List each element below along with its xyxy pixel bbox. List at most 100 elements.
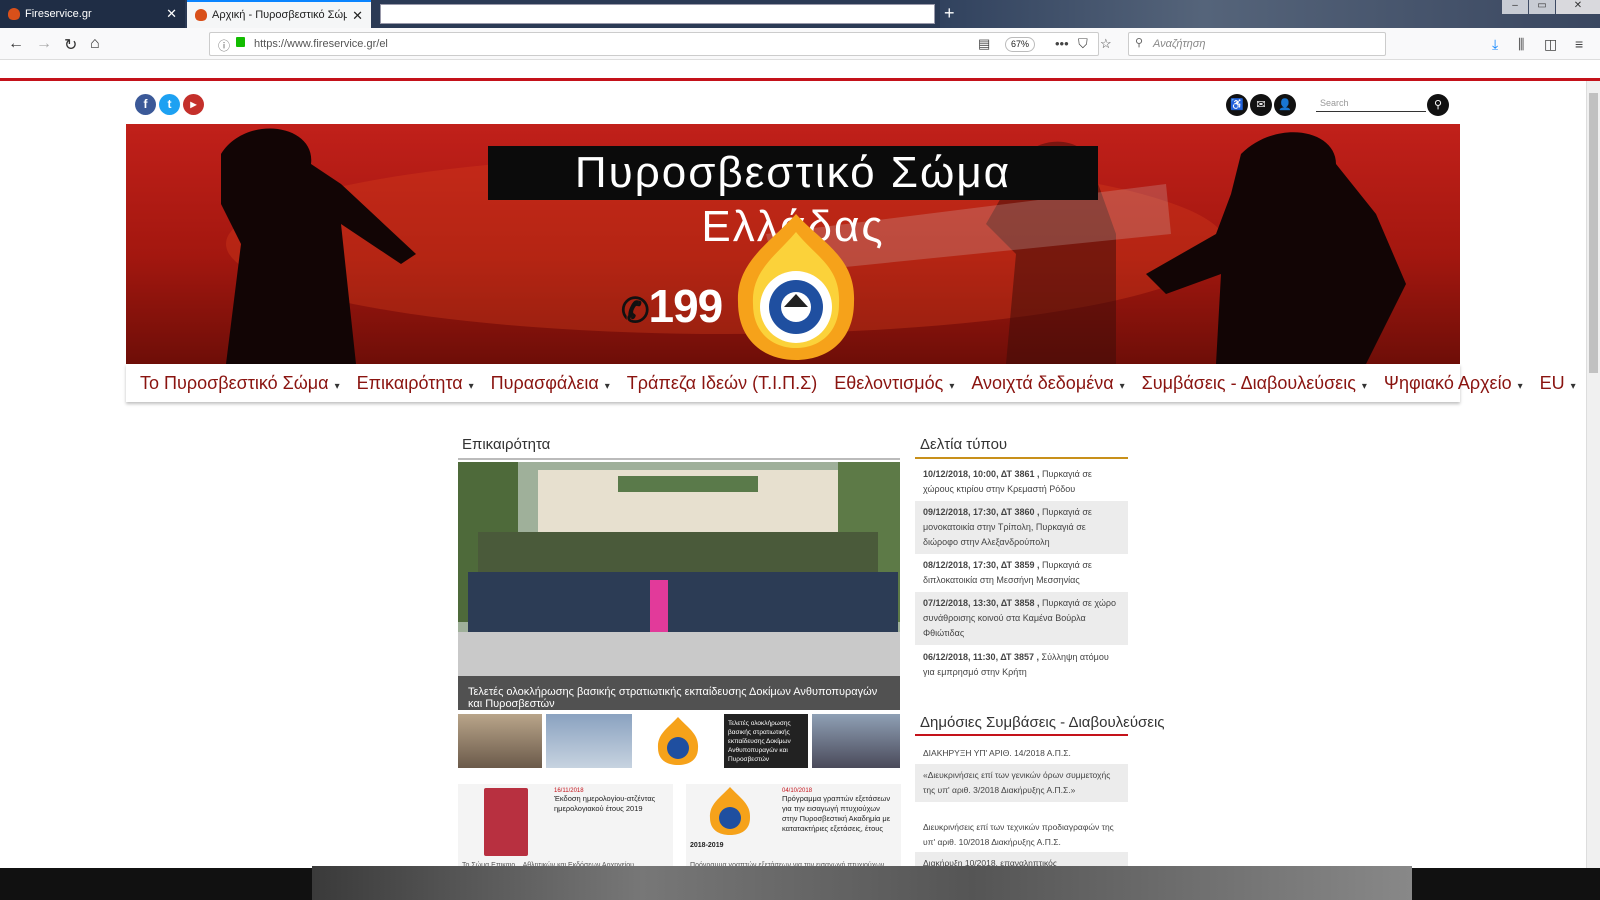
card-extra: 2018-2019: [690, 842, 724, 849]
flame-icon: [195, 9, 207, 21]
hero-banner: Πυροσβεστικό Σώμα Ελλάδας ✆199: [126, 124, 1460, 364]
home-icon[interactable]: ⌂: [90, 35, 100, 53]
site-search-placeholder: Search: [1320, 98, 1349, 108]
nav-item-open-data[interactable]: Ανοιχτά δεδομένα ▾: [971, 373, 1124, 394]
browser-search-input[interactable]: ⚲ Αναζήτηση: [1128, 32, 1386, 56]
pocket-icon[interactable]: ⛉: [1078, 36, 1088, 52]
tab-blank[interactable]: [380, 4, 935, 24]
reader-view-icon[interactable]: ▤: [978, 36, 990, 52]
user-icon[interactable]: 👤: [1274, 94, 1296, 116]
reload-icon[interactable]: ↻: [64, 35, 77, 55]
menu-icon[interactable]: ≡: [1575, 36, 1583, 52]
nav-item-contracts[interactable]: Συμβάσεις - Διαβουλεύσεις ▾: [1142, 373, 1367, 394]
url-text[interactable]: https://www.fireservice.gr/el: [254, 38, 388, 50]
press-item[interactable]: 10/12/2018, 10:00, ΔΤ 3861 , Πυρκαγιά σε…: [915, 463, 1128, 501]
press-item[interactable]: 07/12/2018, 13:30, ΔΤ 3858 , Πυρκαγιά σε…: [915, 592, 1128, 645]
nav-item-fire-safety[interactable]: Πυρασφάλεια ▾: [491, 373, 610, 394]
nav-item-eu[interactable]: EU ▾: [1540, 373, 1576, 394]
chevron-down-icon: ▾: [604, 380, 610, 392]
emergency-number: 199: [648, 280, 724, 332]
banner-title: Πυροσβεστικό Σώμα Ελλάδας: [488, 146, 1098, 251]
new-tab-icon[interactable]: +: [944, 3, 955, 24]
accessibility-icon[interactable]: ♿: [1226, 94, 1248, 116]
news-card[interactable]: 04/10/2018 Πρόγραμμα γραπτών εξετάσεων γ…: [686, 784, 901, 869]
twitter-icon[interactable]: t: [159, 94, 180, 115]
news-thumbnails: Τελετές ολοκλήρωσης βασικής στρατιωτικής…: [458, 714, 900, 768]
press-item[interactable]: 06/12/2018, 11:30, ΔΤ 3857 , Σύλληψη ατό…: [915, 646, 1128, 684]
contracts-underline: [915, 734, 1128, 736]
news-card[interactable]: 16/11/2018 Έκδοση ημερολογίου-ατζέντας η…: [458, 784, 673, 869]
back-icon[interactable]: ←: [8, 35, 24, 53]
sidebar-icon[interactable]: ◫: [1544, 36, 1557, 53]
press-meta: 07/12/2018, 13:30, ΔΤ 3858 ,: [923, 598, 1040, 608]
url-bar[interactable]: ⓘ https://www.fireservice.gr/el ▤ 67% ••…: [209, 32, 1112, 56]
press-item[interactable]: 09/12/2018, 17:30, ΔΤ 3860 , Πυρκαγιά σε…: [915, 501, 1128, 554]
chevron-down-icon: ▾: [334, 380, 340, 392]
page-actions-icon[interactable]: •••: [1055, 36, 1069, 51]
press-meta: 06/12/2018, 11:30, ΔΤ 3857 ,: [923, 652, 1039, 662]
tab-title: Αρχική - Πυροσβεστικό Σώμα: [212, 9, 347, 21]
site-search-icon[interactable]: ⚲: [1427, 94, 1449, 116]
tab-title: Fireservice.gr: [25, 8, 92, 20]
contract-item[interactable]: ΔΙΑΚΗΡΥΞΗ ΥΠ' ΑΡΙΘ. 14/2018 Α.Π.Σ.: [915, 742, 1128, 765]
card-title[interactable]: Έκδοση ημερολογίου-ατζέντας ημερολογιακο…: [554, 794, 669, 814]
taskbar-left: [0, 868, 312, 900]
thumbnail-caption: Τελετές ολοκλήρωσης βασικής στρατιωτικής…: [728, 720, 791, 763]
press-meta: 10/12/2018, 10:00, ΔΤ 3861 ,: [923, 469, 1040, 479]
minimize-icon[interactable]: –: [1502, 0, 1528, 14]
bookmark-star-icon[interactable]: ☆: [1100, 36, 1112, 52]
calendar-book-image: [484, 788, 528, 856]
news-thumbnail[interactable]: [546, 714, 632, 768]
browser-search-placeholder: Αναζήτηση: [1153, 38, 1206, 50]
news-thumbnail[interactable]: [636, 714, 720, 768]
close-icon[interactable]: ✕: [352, 8, 363, 24]
scrollbar-thumb[interactable]: [1589, 93, 1598, 373]
search-icon: ⚲: [1135, 37, 1144, 49]
news-section-title: Επικαιρότητα: [462, 436, 551, 453]
zoom-level[interactable]: 67%: [1005, 37, 1036, 52]
news-hero-caption[interactable]: Τελετές ολοκλήρωσης βασικής στρατιωτικής…: [458, 676, 900, 710]
emergency-phone: ✆199: [621, 279, 724, 333]
press-meta: 08/12/2018, 17:30, ΔΤ 3859 ,: [923, 560, 1040, 570]
ceremony-photo: [458, 462, 900, 710]
bookmarks-bar: [0, 60, 1600, 80]
download-icon[interactable]: ⤓: [1492, 36, 1498, 53]
press-item[interactable]: 08/12/2018, 17:30, ΔΤ 3859 , Πυρκαγιά σε…: [915, 554, 1128, 592]
news-hero-image[interactable]: Τελετές ολοκλήρωσης βασικής στρατιωτικής…: [458, 462, 900, 710]
news-thumbnail-active[interactable]: Τελετές ολοκλήρωσης βασικής στρατιωτικής…: [724, 714, 808, 768]
forward-icon[interactable]: →: [36, 35, 52, 53]
info-icon[interactable]: ⓘ: [218, 37, 230, 54]
nav-item-ideas-bank[interactable]: Τράπεζα Ιδεών (Τ.Ι.Π.Σ): [627, 373, 817, 394]
tab-fireservice[interactable]: Fireservice.gr ✕: [0, 0, 185, 28]
news-thumbnail[interactable]: [458, 714, 542, 768]
nav-item-fire-corps[interactable]: Το Πυροσβεστικό Σώμα ▾: [140, 373, 340, 394]
nav-item-volunteering[interactable]: Εθελοντισμός ▾: [834, 373, 954, 394]
phone-icon: ✆: [621, 292, 649, 330]
nav-item-news[interactable]: Επικαιρότητα ▾: [357, 373, 474, 394]
chevron-down-icon: ▾: [1119, 380, 1125, 392]
contract-item[interactable]: «Διευκρινήσεις επί των γενικών όρων συμμ…: [915, 764, 1128, 802]
youtube-icon[interactable]: ▶: [183, 94, 204, 115]
card-title[interactable]: Πρόγραμμα γραπτών εξετάσεων για την εισα…: [782, 794, 897, 834]
site-search-input[interactable]: Search: [1316, 94, 1426, 112]
news-underline: [458, 458, 900, 460]
contracts-section-title: Δημόσιες Συμβάσεις - Διαβουλεύσεις: [920, 714, 1165, 731]
window-controls: – ▭ ✕: [1501, 0, 1600, 20]
mail-icon[interactable]: ✉: [1250, 94, 1272, 116]
top-red-rule: [0, 78, 1600, 81]
facebook-icon[interactable]: f: [135, 94, 156, 115]
scrollbar[interactable]: [1586, 81, 1600, 871]
chevron-down-icon: ▾: [1517, 380, 1523, 392]
flame-icon: [8, 8, 20, 20]
close-window-icon[interactable]: ✕: [1556, 0, 1600, 14]
contract-item[interactable]: Διευκρινήσεις επί των τεχνικών προδιαγρα…: [915, 816, 1128, 854]
library-icon[interactable]: ⫼: [1518, 36, 1524, 53]
press-meta: 09/12/2018, 17:30, ΔΤ 3860 ,: [923, 507, 1040, 517]
tab-home[interactable]: Αρχική - Πυροσβεστικό Σώμα ✕: [187, 0, 371, 28]
news-thumbnail[interactable]: [812, 714, 900, 768]
close-icon[interactable]: ✕: [166, 6, 177, 22]
nav-item-digital-archive[interactable]: Ψηφιακό Αρχείο ▾: [1384, 373, 1523, 394]
maximize-icon[interactable]: ▭: [1529, 0, 1555, 14]
lock-icon: [236, 37, 245, 47]
taskbar-right: [1412, 868, 1600, 900]
